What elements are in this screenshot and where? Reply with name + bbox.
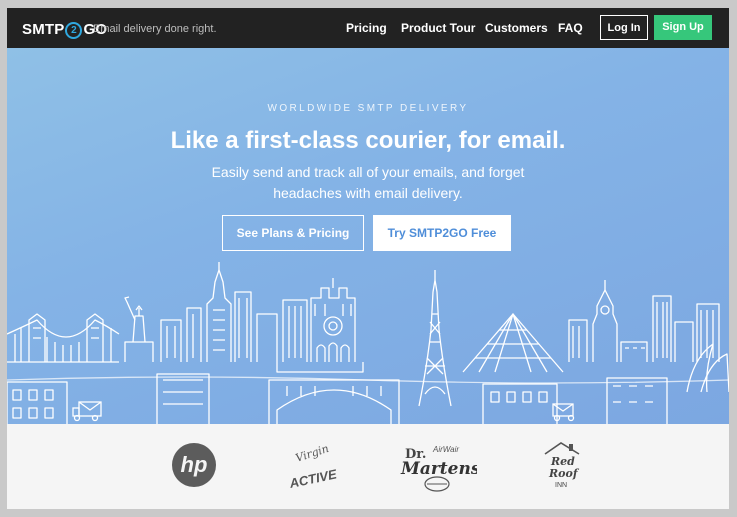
hp-logo-text: hp: [181, 452, 208, 477]
red-roof-inn-logo: Red Roof INN: [544, 442, 580, 489]
hp-logo: hp: [172, 443, 216, 487]
nav-pricing[interactable]: Pricing: [346, 21, 387, 35]
airwair-text: AirWair: [432, 445, 459, 454]
hero-subtitle-line-2: headaches with email delivery.: [273, 185, 463, 201]
martens-text: Martens: [400, 459, 477, 479]
hero-section: WORLDWIDE SMTP DELIVERY Like a first-cla…: [7, 48, 729, 424]
customer-logos-strip: hp Virgin ACTIVE Dr. AirWair Martens Red…: [7, 424, 729, 509]
see-plans-button[interactable]: See Plans & Pricing: [222, 215, 364, 251]
virgin-text: Virgin: [294, 444, 331, 465]
envelope-icon: [72, 401, 575, 422]
try-free-button[interactable]: Try SMTP2GO Free: [373, 215, 511, 251]
hero-eyebrow: WORLDWIDE SMTP DELIVERY: [267, 103, 469, 114]
city-skyline-illustration: [7, 262, 729, 424]
logo-two-circle: 2: [65, 22, 83, 39]
browser-page: SMTP 2 GO Email delivery done right. Prici…: [7, 8, 729, 509]
nav-customers[interactable]: Customers: [485, 21, 548, 35]
roof-text: Roof: [548, 467, 580, 480]
login-button[interactable]: Log In: [600, 15, 648, 40]
inn-text: INN: [555, 482, 567, 489]
nav-faq[interactable]: FAQ: [558, 21, 583, 35]
virgin-active-logo: Virgin ACTIVE: [287, 444, 338, 490]
dr-martens-logo: Dr. AirWair Martens: [400, 445, 477, 492]
hero-headline: Like a first-class courier, for email.: [170, 127, 566, 154]
hero-subtitle-line-1: Easily send and track all of your emails…: [211, 164, 525, 180]
active-text: ACTIVE: [287, 466, 338, 490]
logo-text-left: SMTP: [22, 21, 65, 38]
top-nav: SMTP 2 GO Email delivery done right. Prici…: [7, 8, 729, 48]
hero-subtitle: Easily send and track all of your emails…: [203, 162, 533, 204]
tagline: Email delivery done right.: [93, 23, 217, 35]
signup-button[interactable]: Sign Up: [654, 15, 712, 40]
nav-product-tour[interactable]: Product Tour: [401, 21, 475, 35]
